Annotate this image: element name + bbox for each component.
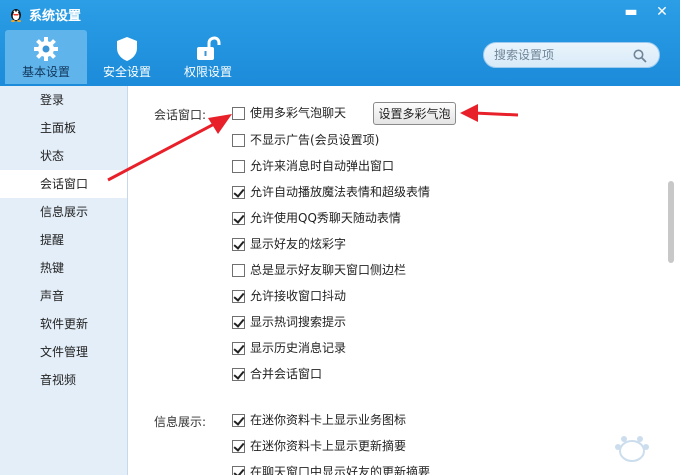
- unlock-icon: [197, 36, 221, 60]
- tab-permission-settings-label: 权限设置: [183, 65, 232, 79]
- sidebar-nav: 登录 主面板 状态 会话窗口 信息展示 提醒 热键 声音 软件更新 文件管理 音…: [0, 86, 128, 475]
- checkbox[interactable]: [232, 160, 245, 173]
- sidebar-item-reminder[interactable]: 提醒: [0, 226, 127, 254]
- option-business-icons[interactable]: 在迷你资料卡上显示业务图标: [232, 412, 406, 430]
- title-bar: 系统设置 ▬ ✕ 基本设置 安全设置 权限设置: [0, 0, 680, 92]
- sidebar-item-status[interactable]: 状态: [0, 142, 127, 170]
- option-chat-update-summary[interactable]: 在聊天窗口中显示好友的更新摘要: [232, 464, 430, 475]
- settings-content: 会话窗口: 使用多彩气泡聊天 设置多彩气泡 不显示广告(会员设置项) 允许来消息…: [128, 86, 664, 475]
- option-colorful-text[interactable]: 显示好友的炫彩字: [232, 236, 346, 254]
- checkbox[interactable]: [232, 134, 245, 147]
- checkbox[interactable]: [232, 238, 245, 251]
- qq-penguin-icon: [11, 9, 21, 22]
- option-history-messages[interactable]: 显示历史消息记录: [232, 340, 346, 358]
- sidebar-item-session-window[interactable]: 会话窗口: [0, 170, 127, 198]
- option-label: 显示历史消息记录: [250, 341, 347, 355]
- close-button[interactable]: ✕: [648, 2, 676, 24]
- checkbox[interactable]: [232, 466, 245, 475]
- watermark-logo: [615, 436, 649, 462]
- option-update-summary[interactable]: 在迷你资料卡上显示更新摘要: [232, 438, 406, 456]
- option-colorful-bubble[interactable]: 使用多彩气泡聊天: [232, 105, 346, 123]
- sidebar-item-hotkeys[interactable]: 热键: [0, 254, 127, 282]
- checkbox[interactable]: [232, 212, 245, 225]
- checkbox[interactable]: [232, 264, 245, 277]
- option-label: 在聊天窗口中显示好友的更新摘要: [250, 465, 431, 475]
- option-show-sidebar[interactable]: 总是显示好友聊天窗口侧边栏: [232, 262, 406, 280]
- sidebar-item-sound[interactable]: 声音: [0, 282, 127, 310]
- sidebar-item-info-display[interactable]: 信息展示: [0, 198, 127, 226]
- minimize-button[interactable]: ▬: [617, 2, 645, 24]
- checkbox[interactable]: [232, 342, 245, 355]
- shield-icon: [117, 37, 137, 61]
- option-label: 显示热词搜索提示: [250, 315, 347, 329]
- sidebar-item-audio-video[interactable]: 音视频: [0, 366, 127, 394]
- checkbox[interactable]: [232, 440, 245, 453]
- tab-basic-settings[interactable]: 基本设置: [5, 30, 87, 84]
- checkbox[interactable]: [232, 414, 245, 427]
- option-label: 不显示广告(会员设置项): [250, 133, 380, 147]
- option-merge-windows[interactable]: 合并会话窗口: [232, 366, 322, 384]
- gear-icon: [34, 37, 58, 61]
- tab-security-settings[interactable]: 安全设置: [86, 30, 168, 84]
- checkbox[interactable]: [232, 368, 245, 381]
- option-label: 合并会话窗口: [250, 367, 323, 381]
- search-input[interactable]: [494, 47, 624, 63]
- option-qqshow-emoticons[interactable]: 允许使用QQ秀聊天随动表情: [232, 210, 401, 228]
- option-hide-ads[interactable]: 不显示广告(会员设置项): [232, 132, 379, 150]
- section-label-session-window: 会话窗口:: [154, 108, 207, 122]
- sidebar-item-file-management[interactable]: 文件管理: [0, 338, 127, 366]
- option-hot-word-tips[interactable]: 显示热词搜索提示: [232, 314, 346, 332]
- option-label: 在迷你资料卡上显示业务图标: [250, 413, 407, 427]
- section-label-info-display: 信息展示:: [154, 415, 207, 429]
- option-label: 在迷你资料卡上显示更新摘要: [250, 439, 407, 453]
- sidebar-item-main-panel[interactable]: 主面板: [0, 114, 127, 142]
- checkbox[interactable]: [232, 186, 245, 199]
- checkbox[interactable]: [232, 107, 245, 120]
- tab-security-settings-label: 安全设置: [102, 65, 151, 79]
- option-window-shake[interactable]: 允许接收窗口抖动: [232, 288, 346, 306]
- checkbox[interactable]: [232, 290, 245, 303]
- tab-basic-settings-label: 基本设置: [21, 65, 70, 79]
- sidebar-item-login[interactable]: 登录: [0, 86, 127, 114]
- sidebar-item-software-update[interactable]: 软件更新: [0, 310, 127, 338]
- option-autoplay-emoticons[interactable]: 允许自动播放魔法表情和超级表情: [232, 184, 430, 202]
- scrollbar[interactable]: [664, 86, 680, 475]
- search-icon[interactable]: [633, 49, 647, 63]
- tab-permission-settings[interactable]: 权限设置: [167, 30, 249, 84]
- set-colorful-bubble-button[interactable]: 设置多彩气泡: [373, 102, 456, 125]
- option-label: 允许来消息时自动弹出窗口: [250, 159, 395, 173]
- window-title: 系统设置: [29, 9, 82, 24]
- option-label: 显示好友的炫彩字: [250, 237, 347, 251]
- checkbox[interactable]: [232, 316, 245, 329]
- scroll-thumb[interactable]: [668, 181, 674, 263]
- option-label: 允许接收窗口抖动: [250, 289, 347, 303]
- option-auto-popup[interactable]: 允许来消息时自动弹出窗口: [232, 158, 394, 176]
- option-label: 允许使用QQ秀聊天随动表情: [250, 211, 401, 225]
- option-label: 总是显示好友聊天窗口侧边栏: [250, 263, 407, 277]
- option-label: 允许自动播放魔法表情和超级表情: [250, 185, 431, 199]
- option-label: 使用多彩气泡聊天: [250, 106, 347, 120]
- search-box[interactable]: [483, 42, 660, 68]
